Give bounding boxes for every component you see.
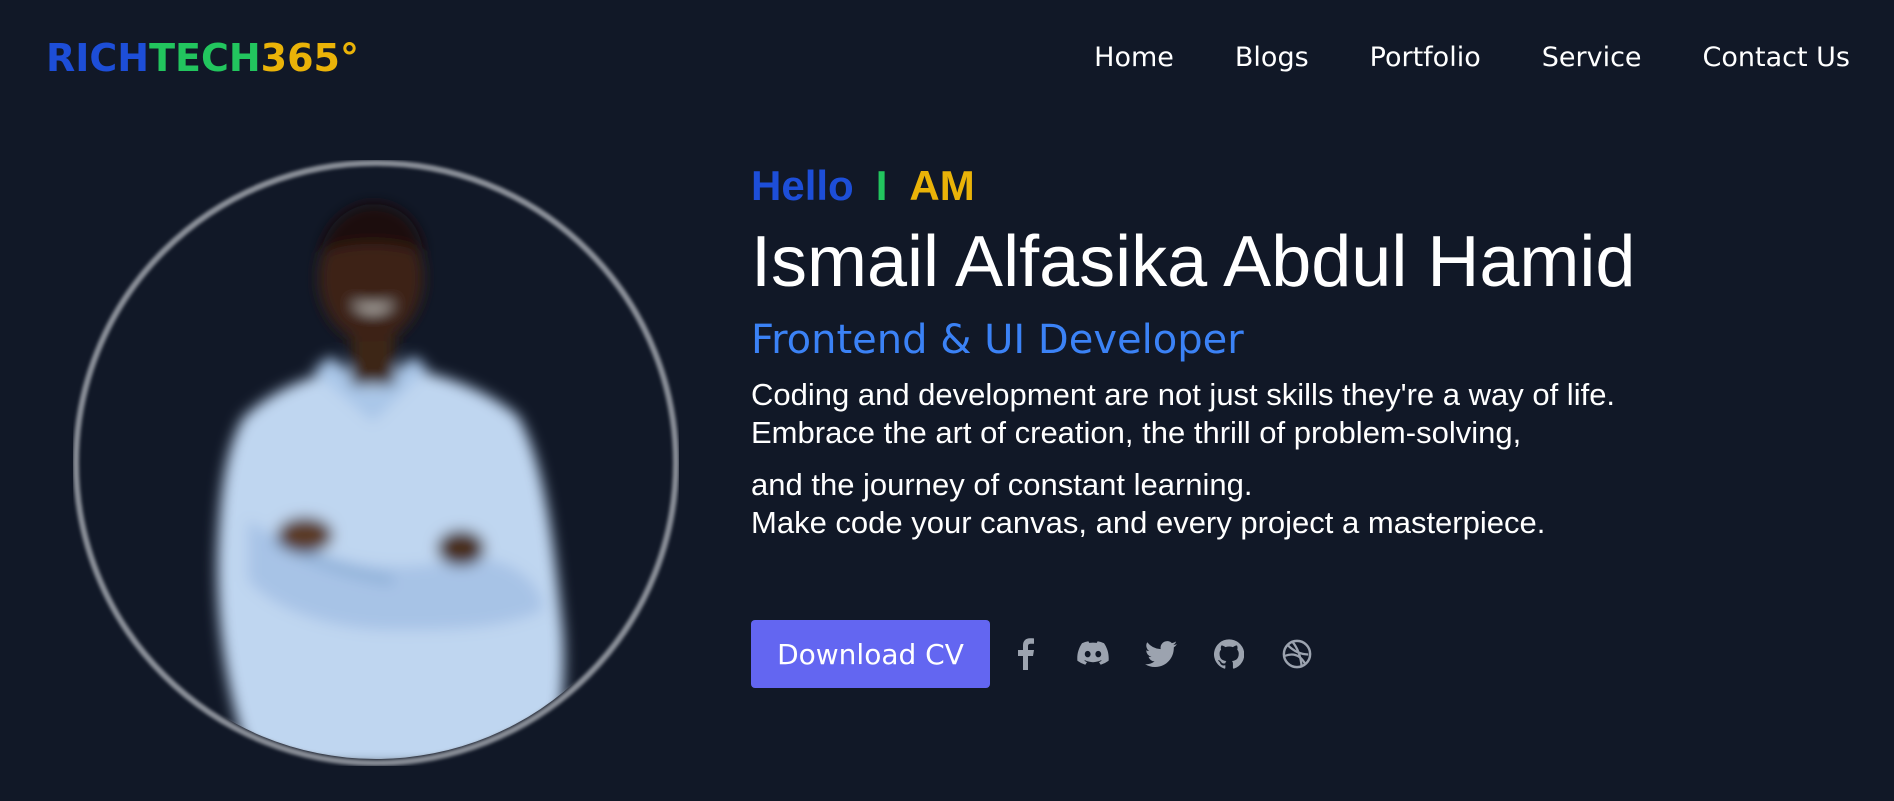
logo-part-rich: RICH bbox=[46, 36, 150, 80]
bio-line: Coding and development are not just skil… bbox=[751, 377, 1616, 412]
nav-service[interactable]: Service bbox=[1542, 38, 1642, 78]
greeting-i: I bbox=[875, 162, 888, 209]
logo-part-tech: TECH bbox=[149, 36, 261, 80]
portrait-illustration bbox=[73, 160, 679, 766]
bio-line: Embrace the art of creation, the thrill … bbox=[751, 415, 1522, 450]
nav-contact-us[interactable]: Contact Us bbox=[1703, 38, 1850, 78]
nav-blogs[interactable]: Blogs bbox=[1235, 38, 1309, 78]
person-name: Ismail Alfasika Abdul Hamid bbox=[751, 222, 1636, 302]
nav-home[interactable]: Home bbox=[1094, 38, 1174, 78]
logo-part-365: 365° bbox=[260, 36, 359, 80]
site-logo[interactable]: RICHTECH365° bbox=[46, 36, 359, 80]
bio-line: and the journey of constant learning. bbox=[751, 467, 1253, 502]
profile-portrait bbox=[73, 160, 679, 766]
dribbble-icon[interactable] bbox=[1280, 637, 1314, 671]
download-cv-button[interactable]: Download CV bbox=[751, 620, 990, 688]
twitter-icon[interactable] bbox=[1144, 637, 1178, 671]
hero-actions: Download CV bbox=[751, 620, 1314, 688]
facebook-icon[interactable] bbox=[1008, 637, 1042, 671]
bio-text: Coding and development are not just skil… bbox=[751, 376, 1851, 542]
discord-icon[interactable] bbox=[1076, 637, 1110, 671]
hero-section: Hello I AM Ismail Alfasika Abdul Hamid Fro… bbox=[751, 158, 1851, 542]
bio-line: Make code your canvas, and every project… bbox=[751, 505, 1546, 540]
greeting-am: AM bbox=[909, 162, 975, 209]
job-role: Frontend & UI Developer bbox=[751, 317, 1244, 363]
main-nav: Home Blogs Portfolio Service Contact Us bbox=[1033, 38, 1850, 78]
social-links bbox=[1008, 637, 1314, 671]
github-icon[interactable] bbox=[1212, 637, 1246, 671]
greeting-hello: Hello bbox=[751, 162, 854, 209]
nav-portfolio[interactable]: Portfolio bbox=[1370, 38, 1481, 78]
greeting: Hello I AM bbox=[751, 158, 1851, 214]
